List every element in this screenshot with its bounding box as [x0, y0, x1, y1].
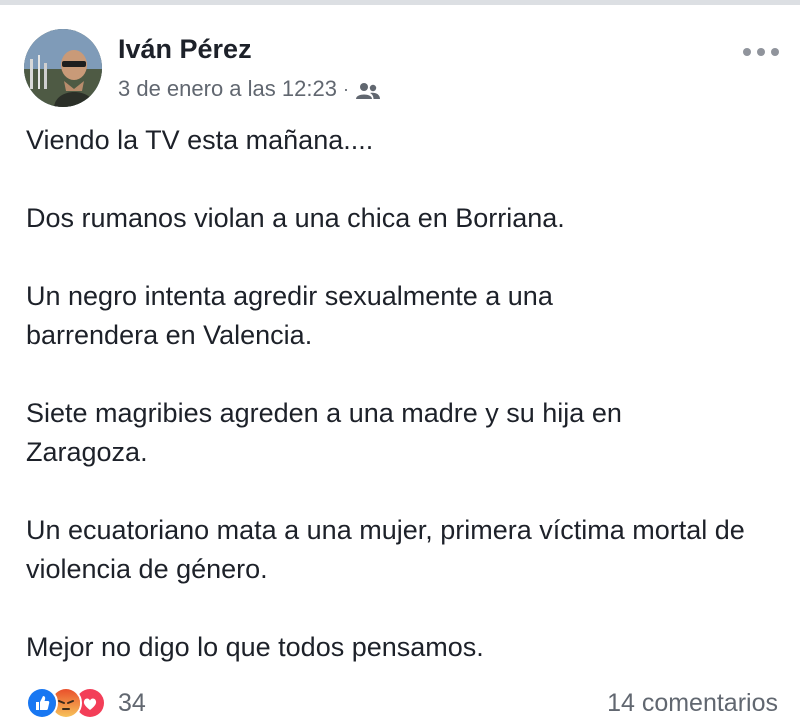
friends-icon[interactable] [355, 80, 381, 99]
meta-separator: · [342, 78, 349, 99]
facebook-post: Iván Pérez 3 de enero a las 12:23 · Vien… [0, 5, 800, 726]
reactions-summary[interactable]: 34 [26, 687, 146, 719]
post-paragraph: Un negro intenta agredir sexualmente a u… [26, 281, 553, 350]
post-text: Viendo la TV esta mañana.... Dos rumanos… [26, 121, 766, 667]
more-options-button[interactable] [740, 41, 782, 63]
like-reaction-icon [26, 687, 58, 719]
post-footer: 34 14 comentarios [26, 685, 778, 721]
post-timestamp[interactable]: 3 de enero a las 12:23 [118, 76, 337, 102]
post-meta: 3 de enero a las 12:23 · [118, 74, 381, 104]
post-paragraph: Siete magribies agreden a una madre y su… [26, 398, 622, 467]
post-paragraph: Viendo la TV esta mañana.... [26, 125, 374, 155]
avatar-photo [24, 29, 102, 107]
avatar[interactable] [24, 29, 102, 107]
reaction-count: 34 [118, 688, 146, 717]
post-paragraph: Dos rumanos violan a una chica en Borria… [26, 203, 565, 233]
post-paragraph: Mejor no digo lo que todos pensamos. [26, 632, 484, 662]
comments-count-link[interactable]: 14 comentarios [607, 687, 778, 719]
post-paragraph: Un ecuatoriano mata a una mujer, primera… [26, 515, 745, 584]
author-name[interactable]: Iván Pérez [118, 33, 252, 65]
more-options-icon [743, 48, 779, 56]
